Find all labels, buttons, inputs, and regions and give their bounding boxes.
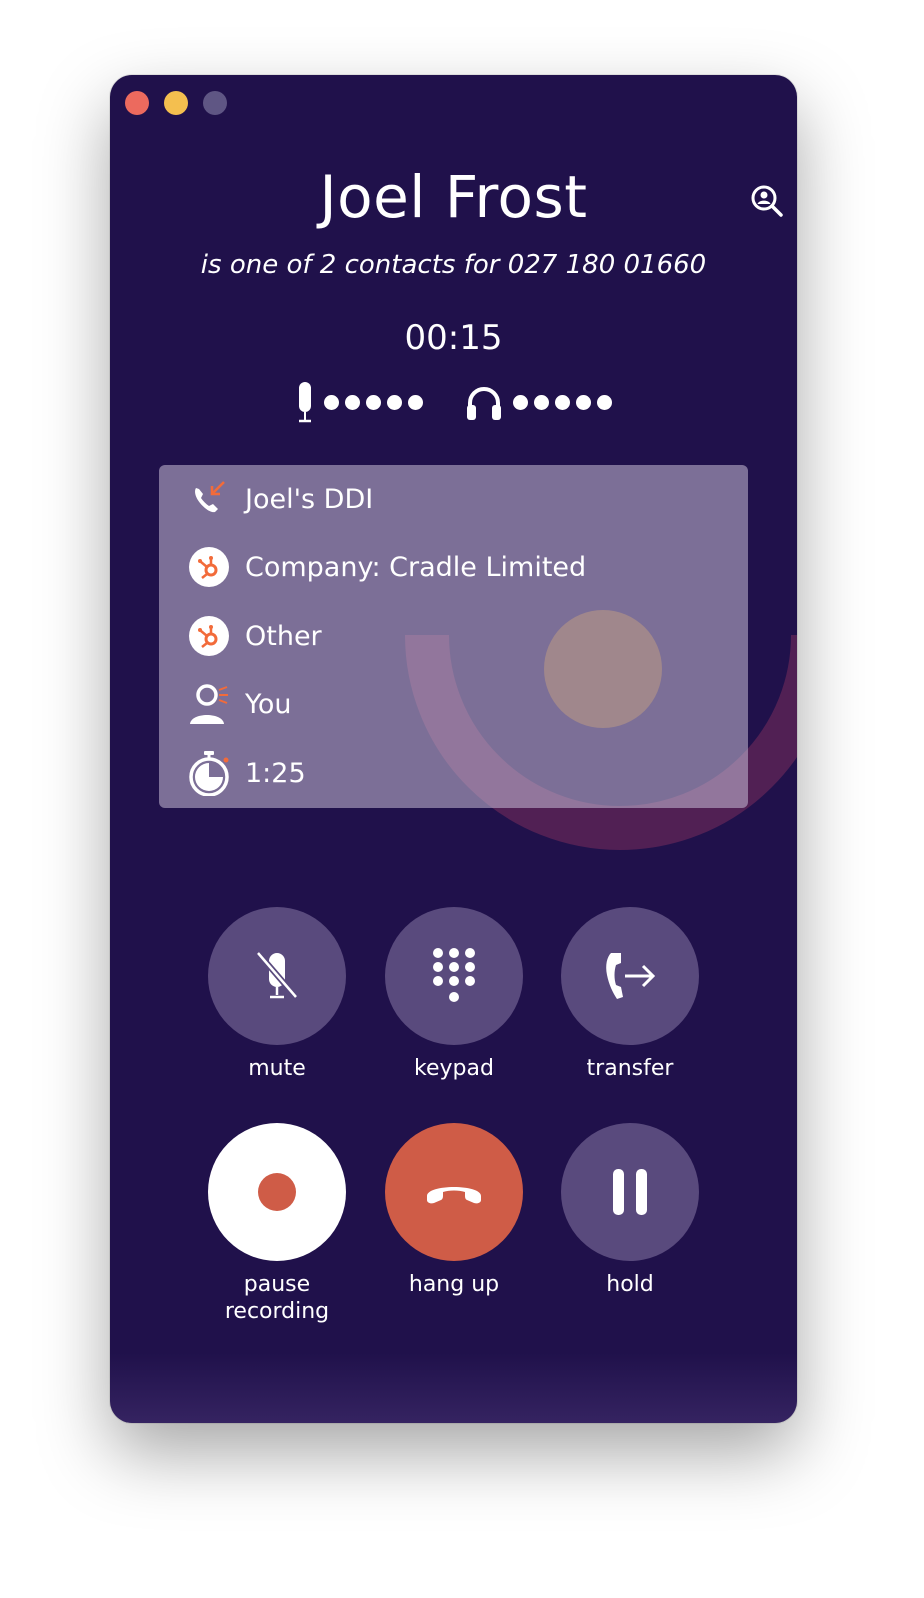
hold-button[interactable] [561,1123,699,1261]
mic-level-dots [323,395,423,410]
microphone-icon [298,381,311,422]
hubspot-icon [189,616,229,656]
decorative-circle [544,610,662,728]
keypad-icon [433,948,475,1002]
record-icon [258,1173,296,1211]
headphones-icon [466,386,501,420]
user-icon [187,682,231,726]
window-controls [125,91,227,115]
info-label-duration: 1:25 [245,757,306,789]
info-label-company: Company: Cradle Limited [245,551,587,583]
caller-name: Joel Frost [319,163,588,231]
mic-level [296,381,423,424]
hang-up-button[interactable] [385,1123,523,1261]
stopwatch-icon [187,751,231,796]
keypad-label: keypad [414,1056,494,1081]
hang-up-icon [427,1187,481,1204]
pause-recording-label-line2: recording [224,1299,330,1324]
transfer-button[interactable] [561,907,699,1045]
incoming-call-icon [187,477,231,521]
info-label-ddi: Joel's DDI [245,483,374,515]
speaker-level-dots [512,395,612,410]
call-info-panel: Joel's DDI Company: Cradle Limited Other… [159,465,748,808]
pause-icon [613,1169,647,1215]
info-row-duration: 1:25 [187,748,306,798]
pause-recording-button[interactable] [208,1123,346,1261]
mute-label: mute [248,1056,306,1081]
call-window: Joel Frost is one of 2 contacts for 027 … [110,75,797,1423]
window-maximize-button[interactable] [203,91,227,115]
microphone-muted-icon [255,951,299,999]
hold-label: hold [606,1272,654,1297]
hang-up-label: hang up [408,1272,500,1297]
info-label-you: You [245,688,292,720]
info-row-you: You [187,679,292,729]
caller-contact-note: is one of 2 contacts for 027 180 01660 [200,250,707,280]
info-row-other[interactable]: Other [187,611,322,661]
pause-recording-label: pause recording [192,1271,362,1325]
info-label-other: Other [245,620,322,652]
keypad-button[interactable] [385,907,523,1045]
call-timer: 00:15 [404,318,503,358]
mute-button[interactable] [208,907,346,1045]
info-row-company[interactable]: Company: Cradle Limited [187,542,586,592]
transfer-call-icon [606,953,656,999]
window-close-button[interactable] [125,91,149,115]
hubspot-icon [189,547,229,587]
audio-levels [110,380,797,425]
info-row-ddi: Joel's DDI [187,474,373,524]
pause-recording-label-line1: pause [243,1272,311,1297]
window-minimize-button[interactable] [164,91,188,115]
transfer-label: transfer [586,1056,674,1081]
speaker-level [465,384,612,422]
